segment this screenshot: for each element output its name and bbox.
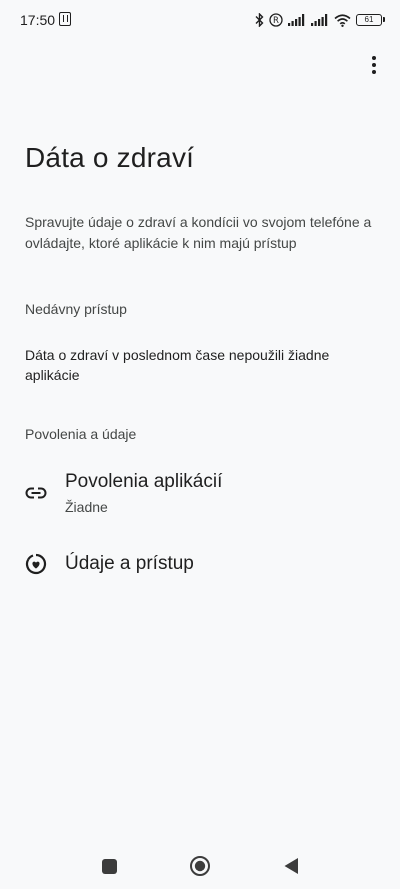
- data-access-title: Údaje a prístup: [65, 553, 194, 574]
- data-access-item[interactable]: Údaje a prístup: [0, 542, 400, 586]
- wifi-icon: [334, 13, 351, 27]
- signal-1-icon: [288, 14, 305, 26]
- status-icons: R 61: [255, 11, 385, 29]
- page-description: Spravujte údaje o zdraví a kondícii vo s…: [25, 214, 372, 251]
- status-time: 17:50: [20, 12, 56, 28]
- permissions-data-header: Povolenia a údaje: [25, 426, 137, 442]
- battery-icon: 61: [356, 14, 385, 26]
- health-data-icon: [24, 552, 48, 576]
- navigation-bar: [0, 845, 400, 885]
- app-permissions-subtitle: Žiadne: [65, 499, 108, 515]
- svg-text:R: R: [273, 16, 279, 26]
- link-icon: [24, 481, 48, 505]
- recent-access-text: Dáta o zdraví v poslednom čase nepoužili…: [25, 347, 330, 383]
- nfc-icon: [59, 12, 71, 26]
- app-permissions-title: Povolenia aplikácií: [65, 471, 223, 492]
- more-options-icon[interactable]: [360, 50, 388, 80]
- app-permissions-item[interactable]: Povolenia aplikácií Žiadne: [0, 462, 400, 524]
- status-bar: 17:50 R 61: [0, 0, 400, 40]
- bluetooth-icon: [255, 13, 264, 27]
- registered-icon: R: [269, 13, 283, 27]
- page-title: Dáta o zdraví: [25, 142, 195, 173]
- signal-2-icon: [311, 14, 328, 26]
- recents-square-icon[interactable]: [96, 853, 122, 879]
- home-circle-icon[interactable]: [187, 853, 213, 879]
- back-triangle-icon[interactable]: [278, 853, 304, 879]
- recent-access-header: Nedávny prístup: [25, 301, 127, 317]
